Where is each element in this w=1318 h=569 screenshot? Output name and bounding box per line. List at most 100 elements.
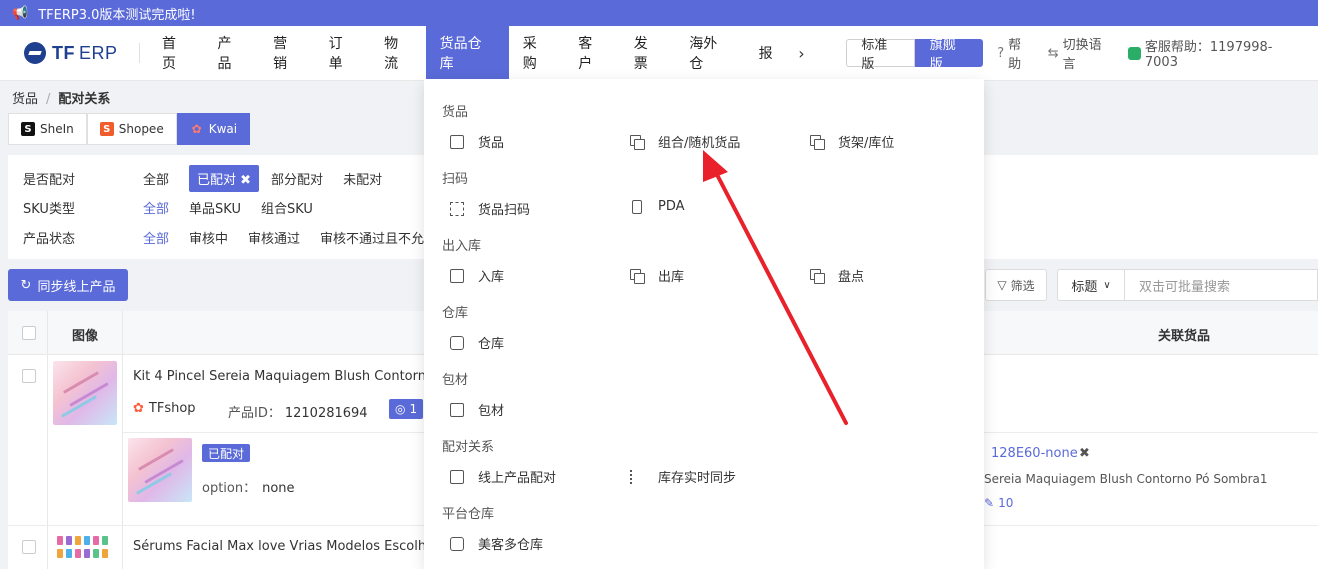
filter-row-product-status: 产品状态 全部 审核中 审核通过 审核不通过且不允 bbox=[23, 228, 444, 247]
filter-option-approved[interactable]: 审核通过 bbox=[248, 228, 300, 247]
flagship-edition-button[interactable]: 旗舰版 bbox=[914, 38, 984, 72]
top-navbar: TF ERP 首页 产品 营销 订单 物流 货品仓库 采购 客户 发票 海外仓 报… bbox=[0, 25, 1318, 81]
product-image[interactable] bbox=[53, 532, 117, 569]
nav-item-reports[interactable]: 报 bbox=[745, 26, 787, 81]
tab-shopee[interactable]: S Shopee bbox=[86, 113, 177, 145]
tab-shein-label: SheIn bbox=[40, 122, 74, 136]
product-title[interactable]: Kit 4 Pincel Sereia Maquiagem Blush Cont… bbox=[133, 369, 453, 384]
product-id-value: 1210281694 bbox=[284, 406, 368, 421]
nav-item-customers[interactable]: 客户 bbox=[564, 26, 620, 81]
chevron-right-icon[interactable]: › bbox=[787, 26, 817, 81]
logo-mark-icon bbox=[24, 42, 46, 64]
nav-item-products[interactable]: 产品 bbox=[204, 26, 260, 81]
nav-item-marketing[interactable]: 营销 bbox=[259, 26, 315, 81]
menu-item-inbound[interactable]: 入库 bbox=[450, 266, 504, 285]
variant-image[interactable] bbox=[128, 438, 192, 502]
menu-item-goods[interactable]: 货品 bbox=[450, 132, 504, 151]
tab-kwai[interactable]: ✿ Kwai bbox=[176, 113, 251, 145]
scan-icon bbox=[450, 201, 464, 216]
menu-group-goods: 货品 bbox=[442, 105, 469, 120]
filter-option-sku-all[interactable]: 全部 bbox=[143, 198, 169, 217]
variant-option: option： none bbox=[202, 477, 295, 496]
sync-products-label: 同步线上产品 bbox=[37, 279, 116, 295]
menu-item-stocktake[interactable]: 盘点 bbox=[810, 266, 864, 285]
announcement-text: TFERP3.0版本测试完成啦! bbox=[38, 7, 196, 23]
edit-icon: ✎ bbox=[984, 496, 995, 510]
menu-item-packaging[interactable]: 包材 bbox=[450, 400, 504, 419]
filter-button[interactable]: ▽ 筛选 bbox=[985, 269, 1047, 301]
filter-option-single-sku[interactable]: 单品SKU bbox=[189, 198, 241, 217]
breadcrumb-root[interactable]: 货品 bbox=[12, 92, 38, 107]
select-all-checkbox[interactable] bbox=[22, 326, 36, 340]
menu-item-pda[interactable]: PDA bbox=[630, 199, 685, 214]
row-checkbox[interactable] bbox=[22, 540, 36, 554]
tab-shein[interactable]: S SheIn bbox=[8, 113, 87, 145]
menu-item-warehouse[interactable]: 仓库 bbox=[450, 333, 504, 352]
nav-item-goods-warehouse[interactable]: 货品仓库 bbox=[425, 25, 509, 81]
cube-icon bbox=[450, 134, 464, 149]
nav-item-invoices[interactable]: 发票 bbox=[620, 26, 676, 81]
row-checkbox[interactable] bbox=[22, 369, 36, 383]
copy-icon bbox=[810, 134, 825, 150]
menu-group-warehouse: 仓库 bbox=[442, 306, 469, 321]
menu-item-outbound[interactable]: 出库 bbox=[630, 266, 684, 285]
menu-item-stock-sync[interactable]: 库存实时同步 bbox=[630, 467, 736, 486]
menu-item-inbound-label: 入库 bbox=[478, 270, 505, 285]
linked-sku-link[interactable]: 128E60-none bbox=[991, 446, 1078, 461]
shein-icon: S bbox=[21, 122, 35, 136]
goods-warehouse-dropdown: 货品 货品 组合/随机货品 货架/库位 扫码 货品扫码 PDA 出入库 入库 出… bbox=[424, 79, 984, 569]
variant-option-label: option： bbox=[202, 481, 257, 496]
announcement-bar: 📢 TFERP3.0版本测试完成啦! bbox=[0, 0, 1318, 26]
sync-products-button[interactable]: ↻ 同步线上产品 bbox=[8, 269, 128, 301]
menu-item-combo-goods-label: 组合/随机货品 bbox=[658, 136, 741, 151]
shop-name: ✿ TFshop bbox=[133, 401, 196, 416]
breadcrumb: 货品 / 配对关系 bbox=[12, 88, 110, 107]
menu-item-meli-warehouse-label: 美客多仓库 bbox=[478, 538, 544, 553]
filter-option-reviewing[interactable]: 审核中 bbox=[189, 228, 228, 247]
search-field-select[interactable]: 标题 ∨ bbox=[1057, 269, 1125, 301]
breadcrumb-current: 配对关系 bbox=[58, 92, 111, 107]
logo[interactable]: TF ERP bbox=[0, 42, 139, 64]
edition-switch: 标准版 旗舰版 bbox=[846, 38, 984, 72]
nav-item-purchase[interactable]: 采购 bbox=[509, 26, 565, 81]
check-circle-icon: ◎ bbox=[395, 402, 406, 416]
filter-button-label: 筛选 bbox=[1010, 278, 1035, 293]
menu-item-packaging-label: 包材 bbox=[478, 404, 505, 419]
filter-label-product-status: 产品状态 bbox=[23, 232, 76, 247]
megaphone-icon: 📢 bbox=[12, 5, 29, 21]
menu-item-goods-scan[interactable]: 货品扫码 bbox=[450, 199, 530, 218]
product-id: 产品ID： 1210281694 bbox=[228, 402, 368, 421]
product-image[interactable] bbox=[53, 361, 117, 425]
standard-edition-button[interactable]: 标准版 bbox=[846, 38, 915, 72]
menu-item-warehouse-label: 仓库 bbox=[478, 337, 505, 352]
product-title[interactable]: Sérums Facial Max love Vrias Modelos Esc… bbox=[133, 539, 455, 554]
header-right: ? 帮助 ⇆ 切换语言 客服帮助：1197998-7003 bbox=[997, 34, 1318, 72]
help-link[interactable]: ? 帮助 bbox=[997, 34, 1034, 72]
support-contact[interactable]: 客服帮助：1197998-7003 bbox=[1128, 36, 1304, 70]
nav-item-overseas-warehouse[interactable]: 海外仓 bbox=[675, 26, 744, 81]
warehouse-icon bbox=[450, 335, 464, 350]
linked-quantity[interactable]: ✎ 10 bbox=[984, 496, 1013, 510]
filter-option-rejected[interactable]: 审核不通过且不允 bbox=[320, 228, 424, 247]
platform-tabs: S SheIn S Shopee ✿ Kwai bbox=[8, 113, 251, 145]
variant-count-badge[interactable]: ◎ 1 bbox=[389, 399, 424, 419]
menu-item-combo-goods[interactable]: 组合/随机货品 bbox=[630, 132, 740, 151]
menu-group-pairing: 配对关系 bbox=[442, 440, 495, 455]
filter-option-partial[interactable]: 部分配对 bbox=[271, 169, 323, 188]
status-badge: 已配对 bbox=[202, 444, 251, 462]
filter-option-matched[interactable]: 已配对 ✖ bbox=[189, 165, 260, 192]
copy-icon bbox=[810, 268, 825, 284]
language-switch[interactable]: ⇆ 切换语言 bbox=[1048, 34, 1114, 72]
menu-item-online-pairing[interactable]: 线上产品配对 bbox=[450, 467, 556, 486]
unlink-icon[interactable]: ✖ bbox=[1079, 446, 1090, 461]
nav-item-home[interactable]: 首页 bbox=[148, 26, 204, 81]
menu-item-meli-warehouse[interactable]: 美客多仓库 bbox=[450, 534, 543, 553]
menu-item-shelf-location[interactable]: 货架/库位 bbox=[810, 132, 894, 151]
nav-item-logistics[interactable]: 物流 bbox=[370, 26, 426, 81]
filter-option-combo-sku[interactable]: 组合SKU bbox=[261, 198, 313, 217]
filter-option-all[interactable]: 全部 bbox=[143, 169, 169, 188]
filter-option-unmatched[interactable]: 未配对 bbox=[343, 169, 382, 188]
search-input[interactable]: 双击可批量搜索 bbox=[1125, 269, 1318, 301]
nav-item-orders[interactable]: 订单 bbox=[315, 26, 371, 81]
filter-option-status-all[interactable]: 全部 bbox=[143, 228, 169, 247]
